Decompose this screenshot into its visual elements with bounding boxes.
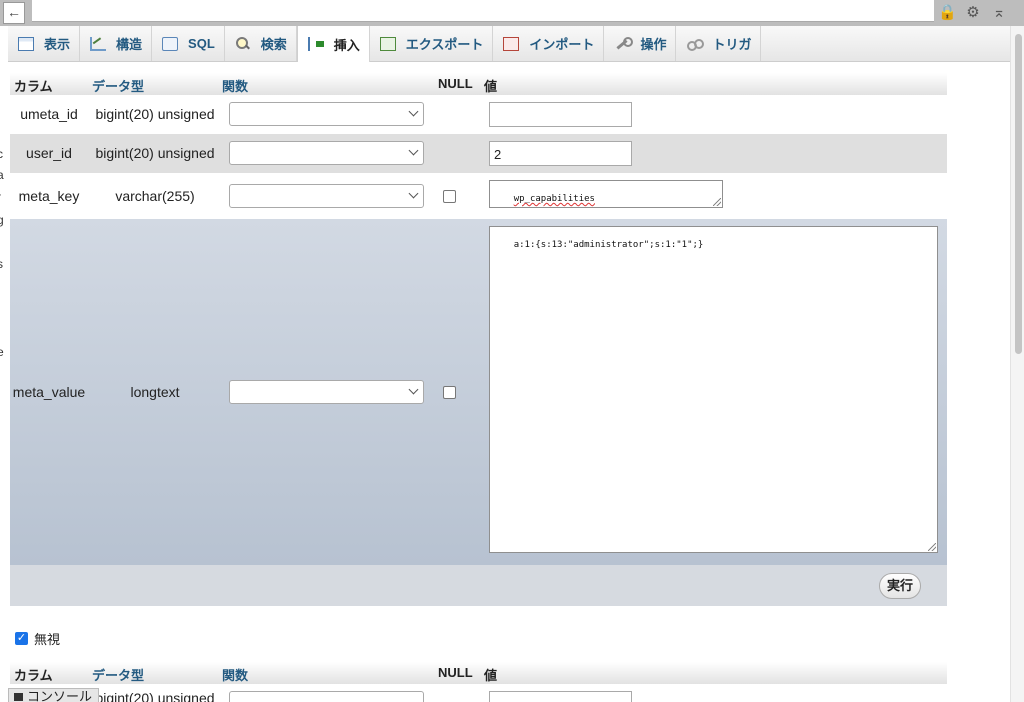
scrollbar-thumb[interactable] — [1015, 34, 1022, 354]
second-form-row: bigint(20) unsigned — [10, 686, 947, 702]
tab-browse[interactable]: 表示 — [8, 26, 81, 61]
function-select[interactable] — [229, 184, 424, 208]
form-row-meta-key: meta_key varchar(255) wp_capabilities — [10, 173, 947, 219]
back-button[interactable]: ← — [3, 2, 25, 24]
null-checkbox[interactable] — [443, 386, 456, 399]
value-textarea[interactable]: a:1:{s:13:"administrator";s:1:"1";} — [489, 226, 938, 553]
export-icon — [379, 36, 396, 51]
tab-label: トリガ — [712, 37, 752, 52]
column-type: bigint(20) unsigned — [95, 106, 215, 122]
insert-form-header: カラム データ型 関数 NULL 値 — [10, 73, 947, 95]
console-toggle[interactable]: コンソール — [8, 688, 99, 702]
gear-icon[interactable]: ⚙ — [964, 4, 982, 22]
tab-label: SQL — [188, 36, 215, 51]
tab-import[interactable]: インポート — [493, 26, 605, 61]
ignore-label: 無視 — [34, 632, 61, 647]
header-null: NULL — [438, 665, 473, 680]
wrench-icon — [614, 36, 634, 51]
function-select[interactable] — [229, 380, 424, 404]
resize-grip-icon[interactable] — [713, 198, 721, 206]
column-name: meta_value — [12, 384, 86, 400]
clipped-char: r — [0, 190, 1, 204]
clipped-char: c — [0, 147, 3, 161]
clipped-char: e — [0, 345, 4, 359]
function-select[interactable] — [229, 691, 424, 702]
tab-triggers[interactable]: トリガ — [676, 26, 762, 61]
form-footer: 実行 — [10, 565, 947, 606]
header-type[interactable]: データ型 — [92, 665, 144, 684]
column-type: longtext — [130, 384, 180, 400]
resize-grip-icon[interactable] — [928, 543, 936, 551]
function-select[interactable] — [229, 141, 424, 165]
value-text: a:1:{s:13:"administrator";s:1:"1";} — [513, 240, 704, 250]
tab-label: エクスポート — [405, 37, 484, 52]
function-select[interactable] — [229, 102, 424, 126]
collapse-icon[interactable]: ⌅ — [990, 4, 1008, 22]
top-icon-group: 🔒 ⚙ ⌅ — [938, 4, 1008, 22]
second-form-header: カラム データ型 関数 NULL 値 — [10, 662, 947, 684]
value-input[interactable] — [489, 691, 632, 702]
sql-icon — [162, 36, 179, 51]
table-tab-bar: 表示 構造 SQL 検索 挿入 エクスポート インポート 操作 トリガ — [8, 26, 1010, 62]
chevron-down-icon — [408, 384, 419, 395]
chevron-down-icon — [408, 188, 419, 199]
header-column: カラム — [14, 79, 53, 94]
tab-label: 挿入 — [333, 37, 360, 53]
lock-icon[interactable]: 🔒 — [938, 4, 957, 22]
tab-label: 操作 — [640, 37, 667, 52]
header-value: 値 — [484, 668, 498, 683]
go-button[interactable]: 実行 — [879, 573, 921, 599]
console-icon — [14, 693, 23, 701]
page-scrollbar[interactable] — [1010, 26, 1024, 702]
null-checkbox[interactable] — [443, 190, 456, 203]
column-name: meta_key — [18, 188, 80, 204]
column-type: varchar(255) — [115, 188, 195, 204]
address-area — [32, 0, 934, 22]
checkbox-checked-icon[interactable]: ✓ — [15, 632, 28, 645]
tab-label: インポート — [529, 37, 595, 52]
form-row-meta-value: meta_value longtext a:1:{s:13:"administr… — [10, 219, 947, 565]
tab-structure[interactable]: 構造 — [80, 26, 153, 61]
import-icon — [503, 36, 520, 51]
tab-search[interactable]: 検索 — [225, 26, 297, 61]
left-clipped-panel: c a r g s e — [0, 26, 8, 702]
table-icon — [18, 36, 34, 51]
clipped-char: a — [0, 168, 4, 182]
chevron-down-icon — [408, 145, 419, 156]
browser-top-strip: ← 🔒 ⚙ ⌅ — [0, 0, 1024, 26]
tab-export[interactable]: エクスポート — [370, 26, 494, 61]
trigger-icon — [686, 37, 705, 51]
tab-label: 構造 — [116, 37, 143, 52]
structure-icon — [90, 36, 107, 51]
header-type[interactable]: データ型 — [92, 76, 144, 95]
value-input[interactable] — [489, 102, 632, 127]
column-name: umeta_id — [20, 106, 78, 122]
tab-insert[interactable]: 挿入 — [296, 26, 370, 62]
header-function[interactable]: 関数 — [222, 665, 248, 684]
value-textarea[interactable]: wp_capabilities — [489, 180, 723, 208]
value-input[interactable]: 2 — [489, 141, 632, 166]
form-row-umeta-id: umeta_id bigint(20) unsigned — [10, 95, 947, 134]
column-type: bigint(20) unsigned — [95, 690, 215, 702]
tab-label: 検索 — [260, 37, 287, 52]
column-name: user_id — [26, 145, 72, 161]
header-column: カラム — [14, 668, 53, 683]
tab-label: 表示 — [44, 37, 71, 52]
clipped-char: s — [0, 257, 3, 271]
header-function[interactable]: 関数 — [222, 76, 248, 95]
header-null: NULL — [438, 76, 473, 91]
chevron-down-icon — [408, 106, 419, 117]
form-row-user-id: user_id bigint(20) unsigned 2 — [10, 134, 947, 173]
value-text: wp_capabilities — [513, 194, 595, 204]
column-type: bigint(20) unsigned — [95, 145, 215, 161]
tab-operations[interactable]: 操作 — [604, 26, 677, 61]
console-label: コンソール — [27, 689, 93, 702]
tab-sql[interactable]: SQL — [152, 26, 225, 61]
clipped-char: g — [0, 213, 4, 227]
search-icon — [235, 36, 251, 51]
ignore-option[interactable]: ✓ 無視 — [15, 629, 60, 648]
insert-icon — [307, 37, 324, 51]
header-value: 値 — [484, 79, 498, 94]
